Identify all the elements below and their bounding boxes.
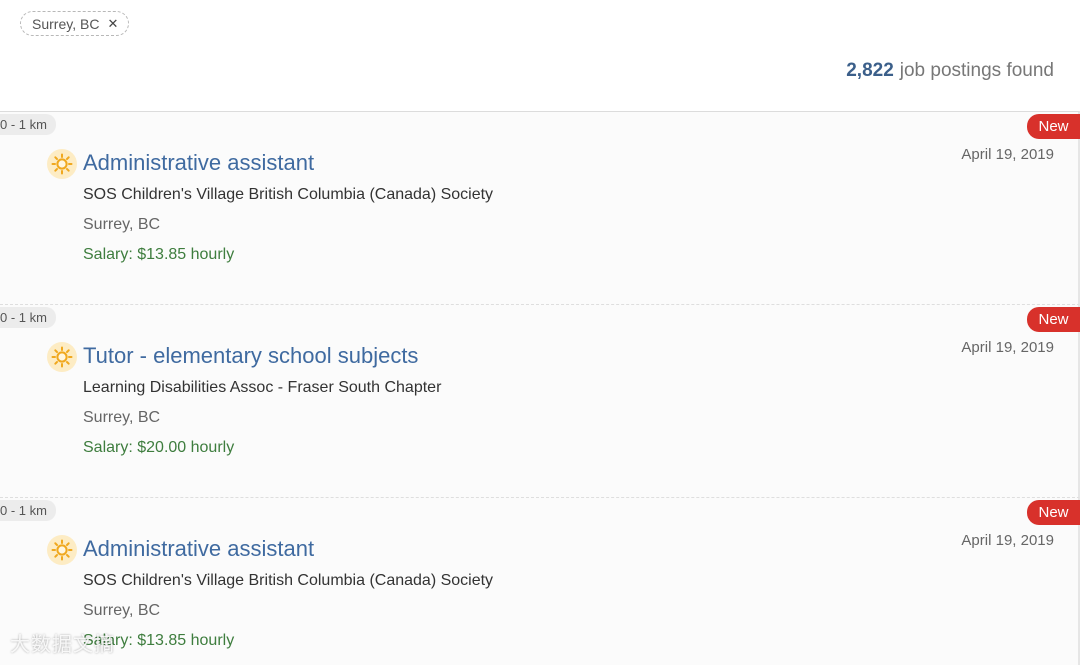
job-card[interactable]: 0 - 1 km New April 19, 2019 Administrati… (0, 111, 1080, 304)
job-card[interactable]: 0 - 1 km New April 19, 2019 Administrati… (0, 497, 1080, 665)
sun-icon (47, 535, 77, 565)
new-badge: New (1027, 307, 1080, 332)
job-title-link[interactable]: Administrative assistant (83, 536, 314, 562)
posted-date: April 19, 2019 (961, 339, 1054, 356)
job-location: Surrey, BC (83, 602, 161, 619)
posted-date: April 19, 2019 (961, 146, 1054, 163)
job-employer: Learning Disabilities Assoc - Fraser Sou… (83, 379, 442, 396)
distance-badge: 0 - 1 km (0, 500, 56, 521)
job-results-list: 0 - 1 km New April 19, 2019 Administrati… (0, 111, 1080, 665)
job-employer: SOS Children's Village British Columbia … (83, 186, 494, 203)
job-card[interactable]: 0 - 1 km New April 19, 2019 Tutor - elem… (0, 304, 1080, 497)
posted-date: April 19, 2019 (961, 532, 1054, 549)
new-badge: New (1027, 114, 1080, 139)
job-location: Surrey, BC (83, 409, 161, 426)
new-badge: New (1027, 500, 1080, 525)
distance-badge: 0 - 1 km (0, 307, 56, 328)
job-search-results-page: Surrey, BC ✕ 2,822 job postings found 0 -… (0, 0, 1080, 665)
job-salary: Salary: $13.85 hourly (83, 246, 235, 263)
close-icon[interactable]: ✕ (107, 17, 118, 30)
job-location: Surrey, BC (83, 216, 161, 233)
job-title-link[interactable]: Administrative assistant (83, 150, 314, 176)
filter-chip-label: Surrey, BC (32, 15, 100, 32)
results-count: 2,822 job postings found (846, 60, 1054, 82)
distance-badge: 0 - 1 km (0, 114, 56, 135)
results-count-suffix: job postings found (899, 60, 1054, 81)
location-filter-chip[interactable]: Surrey, BC ✕ (20, 11, 130, 36)
job-salary: Salary: $20.00 hourly (83, 439, 235, 456)
sun-icon (47, 342, 77, 372)
job-title-link[interactable]: Tutor - elementary school subjects (83, 343, 418, 369)
results-count-number: 2,822 (846, 60, 894, 81)
job-employer: SOS Children's Village British Columbia … (83, 572, 494, 589)
sun-icon (47, 149, 77, 179)
watermark: 大数据文摘 (10, 634, 115, 656)
